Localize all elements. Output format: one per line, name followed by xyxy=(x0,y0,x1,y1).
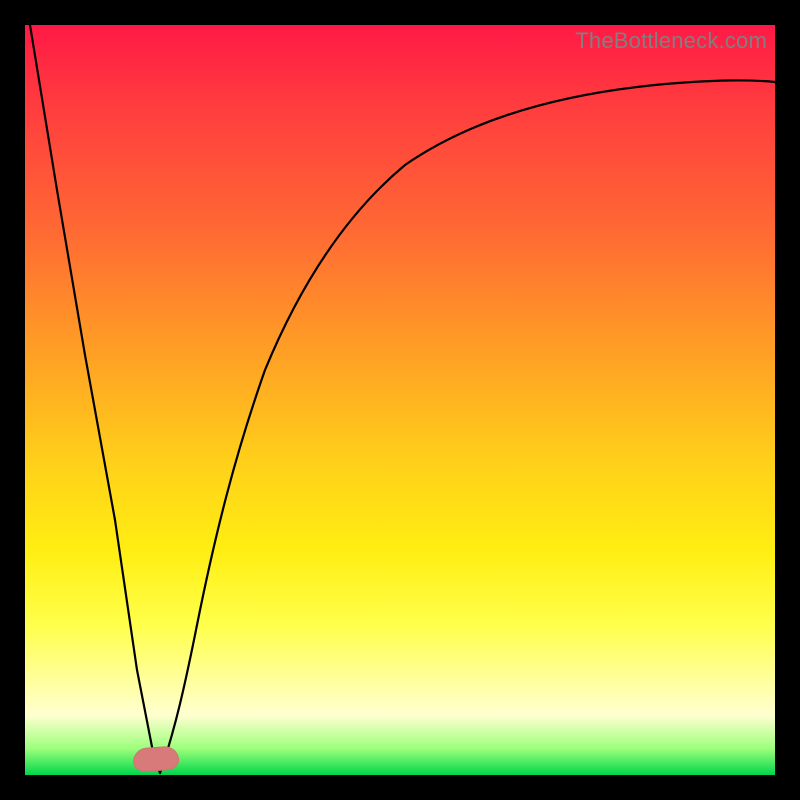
curve-right-branch xyxy=(160,80,775,773)
plot-area: TheBottleneck.com xyxy=(25,25,775,775)
optimum-marker xyxy=(132,745,180,772)
chart-frame: TheBottleneck.com xyxy=(0,0,800,800)
bottleneck-curves xyxy=(25,25,775,775)
curve-left-branch xyxy=(30,25,160,773)
